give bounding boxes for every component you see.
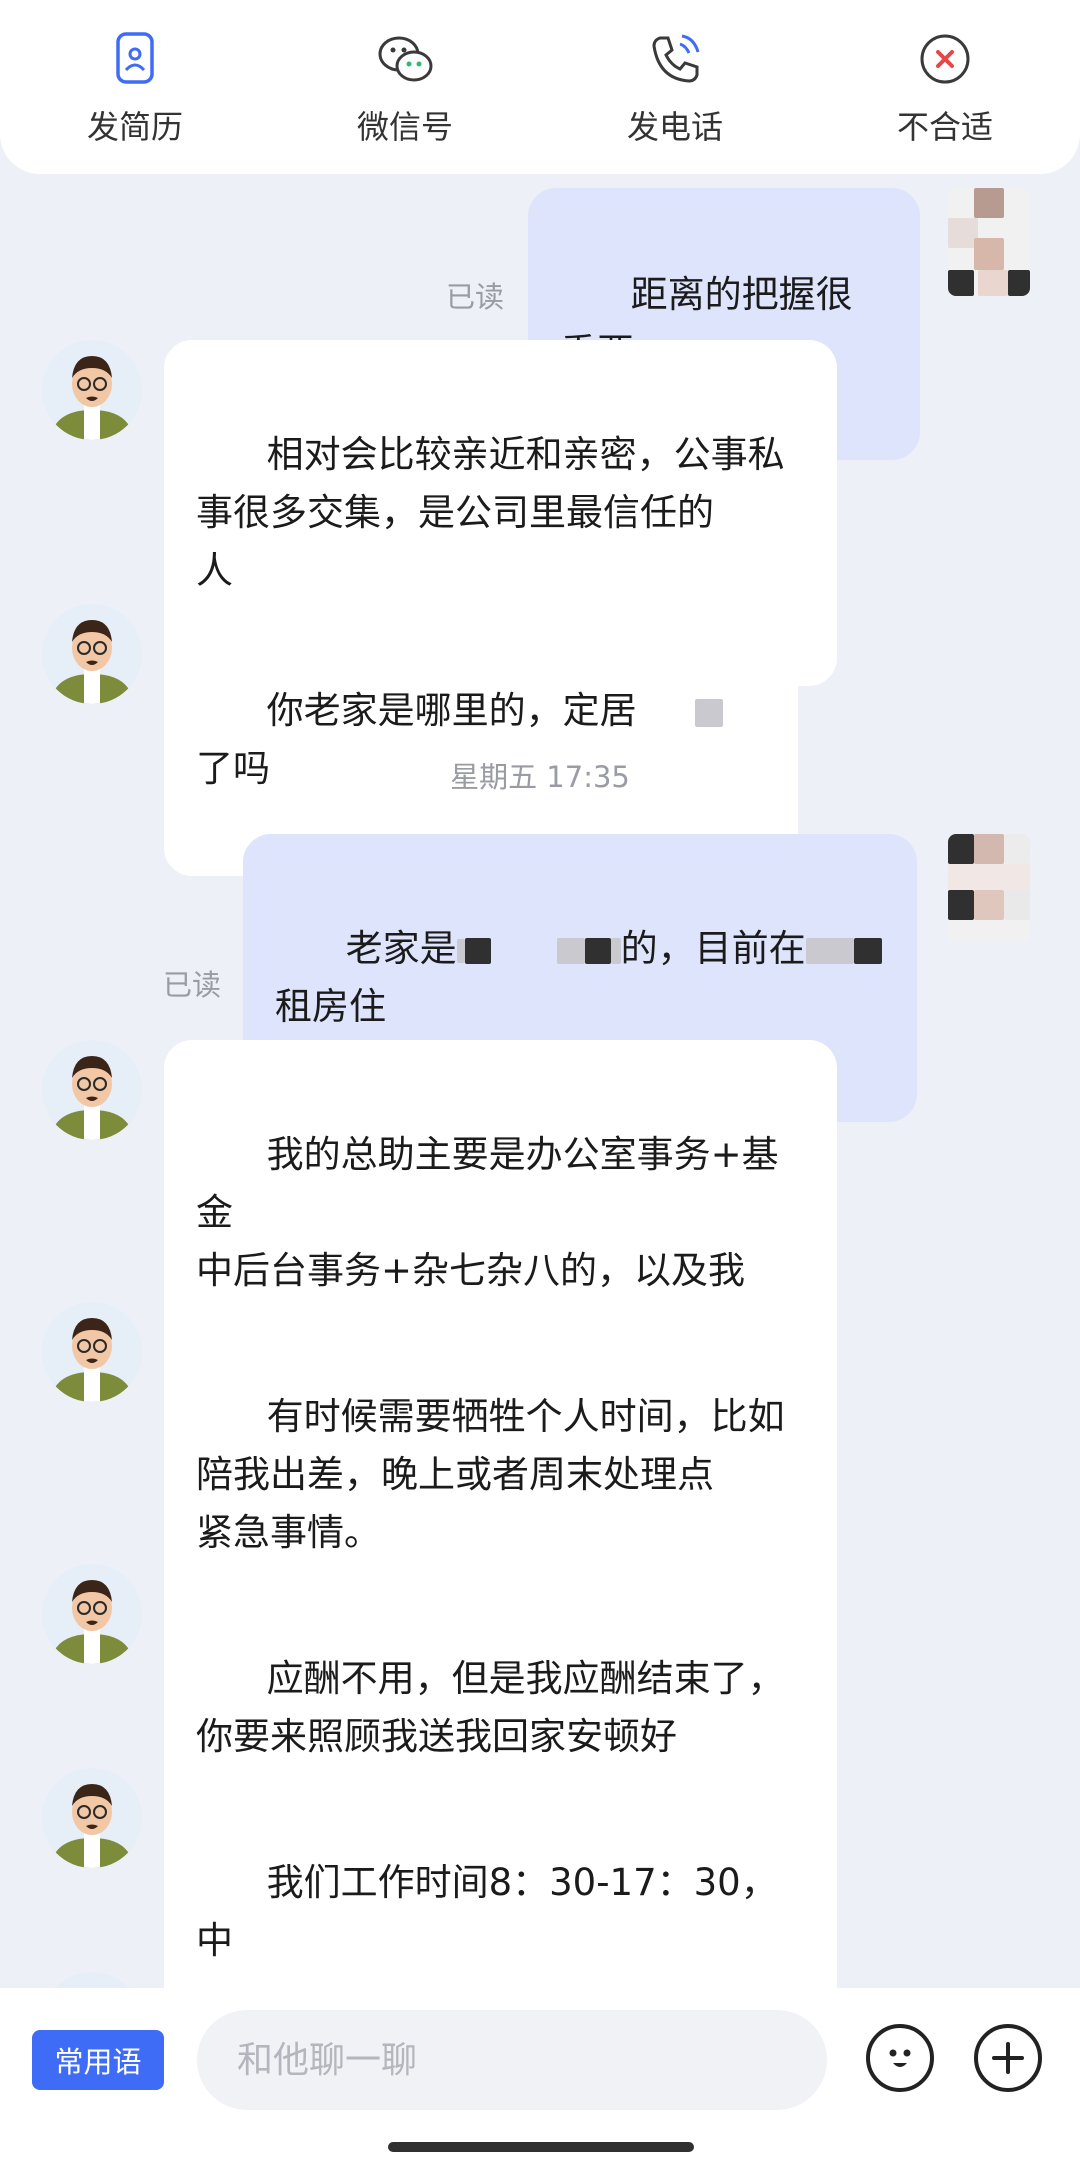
chat-timestamp: 星期五 17:35: [450, 760, 630, 794]
self-avatar[interactable]: [948, 188, 1030, 296]
message-text: 有时候需要牺牲个人时间，比如 陪我出差，晚上或者周末处理点 紧急事情。: [196, 1395, 785, 1554]
message-text: 应酬不用，但是我应酬结束了， 你要来照顾我送我回家安顿好: [196, 1657, 785, 1758]
recruiter-avatar[interactable]: [42, 1302, 142, 1402]
action-label: 发简历: [86, 108, 183, 146]
home-indicator[interactable]: [388, 2142, 694, 2152]
message-text: 的，目前在: [620, 927, 806, 970]
more-options-button[interactable]: [974, 2024, 1042, 2092]
message-bubble[interactable]: 我们工作时间8：30-17：30，中 午11：30-13：00休息: [164, 1768, 837, 1988]
recruiter-avatar[interactable]: [42, 340, 142, 440]
recruiter-avatar[interactable]: [42, 604, 142, 704]
person-avatar-icon: [42, 1564, 142, 1664]
reject-icon: [920, 34, 970, 84]
chat-area[interactable]: 距离的把握很重要 已读 相对会比较亲近和亲密: [0, 174, 1080, 1988]
person-avatar-icon: [42, 340, 142, 440]
recruiter-avatar[interactable]: [42, 1972, 142, 1988]
read-status: 已读: [163, 968, 222, 1002]
emoji-button[interactable]: [866, 2024, 934, 2092]
read-status: 已读: [446, 280, 505, 314]
action-bar: 发简历 微信号 发电话 不合适: [0, 0, 1080, 174]
wechat-icon: [378, 36, 433, 82]
person-avatar-icon: [42, 604, 142, 704]
recruiter-avatar[interactable]: [42, 1564, 142, 1664]
person-avatar-icon: [42, 1302, 142, 1402]
wechat-id-button[interactable]: 微信号: [305, 28, 505, 148]
person-avatar-icon: [42, 1768, 142, 1868]
message-text: 租房住: [275, 985, 386, 1028]
send-resume-button[interactable]: 发简历: [35, 28, 235, 148]
action-label: 微信号: [356, 108, 453, 146]
message-text: 我们工作时间8：30-17：30，中 午11：30-13：00休息: [196, 1861, 778, 1988]
message-text: 你老家是哪里的，定居: [266, 689, 637, 732]
emoji-icon: [889, 2049, 911, 2067]
call-button[interactable]: 发电话: [575, 28, 775, 148]
phone-icon: [652, 34, 700, 83]
action-label: 发电话: [626, 108, 723, 146]
recruiter-avatar[interactable]: [42, 1040, 142, 1140]
message-input[interactable]: [197, 2010, 827, 2110]
common-phrases-button[interactable]: 常用语: [32, 2030, 164, 2090]
message-text: 相对会比较亲近和亲密，公事私 事很多交集，是公司里最信任的 人: [196, 433, 785, 592]
message-text: 老家是: [345, 927, 457, 970]
self-avatar[interactable]: [948, 834, 1030, 942]
plus-icon: [992, 2042, 1024, 2074]
recruiter-avatar[interactable]: [42, 1768, 142, 1868]
resume-icon: [116, 32, 154, 84]
not-suitable-button[interactable]: 不合适: [845, 28, 1045, 148]
action-label: 不合适: [896, 108, 993, 146]
person-avatar-icon: [42, 1040, 142, 1140]
message-bubble[interactable]: [164, 1972, 837, 1988]
